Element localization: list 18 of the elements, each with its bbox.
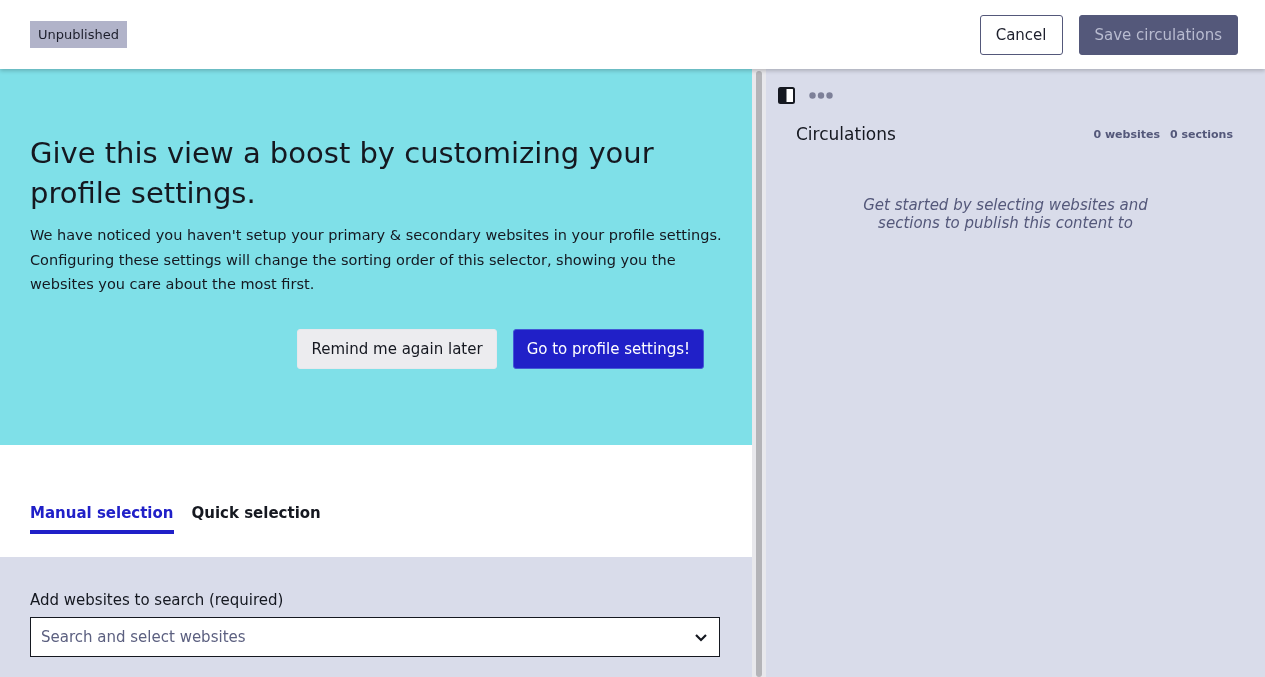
tab[interactable]: Manual selection bbox=[30, 504, 174, 534]
website-search-field[interactable]: Search and select websites bbox=[30, 617, 720, 657]
scrollbar-thumb[interactable] bbox=[756, 71, 762, 677]
count-label: 0 websites bbox=[1093, 127, 1160, 141]
empty-message: Get started by selecting websites and sections to publish this content to bbox=[862, 196, 1149, 232]
field-label: Add websites to search (required) bbox=[30, 591, 285, 609]
banner-text: We have noticed you haven't setup your primary & secondary websites in your profile settings. Configuring these settings will change the sorting order of this selector, showing you the websites you care about the most first. bbox=[30, 226, 722, 294]
banner-title: Give this view a boost by customizing your profile settings. bbox=[30, 135, 655, 212]
count-label: 0 sections bbox=[1170, 127, 1233, 141]
panel-toggle-icon[interactable] bbox=[778, 87, 795, 104]
cancel-button[interactable]: Cancel bbox=[979, 14, 1063, 55]
chevron-down-icon[interactable] bbox=[694, 633, 708, 642]
status-badge: Unpublished bbox=[30, 21, 127, 48]
profile-settings-button[interactable]: Go to profile settings! bbox=[512, 328, 704, 369]
circulations-title: Circulations bbox=[796, 124, 897, 144]
more-options-icon[interactable] bbox=[809, 92, 833, 99]
tab[interactable]: Quick selection bbox=[191, 504, 321, 534]
remind-later-button[interactable]: Remind me again later bbox=[297, 328, 497, 369]
